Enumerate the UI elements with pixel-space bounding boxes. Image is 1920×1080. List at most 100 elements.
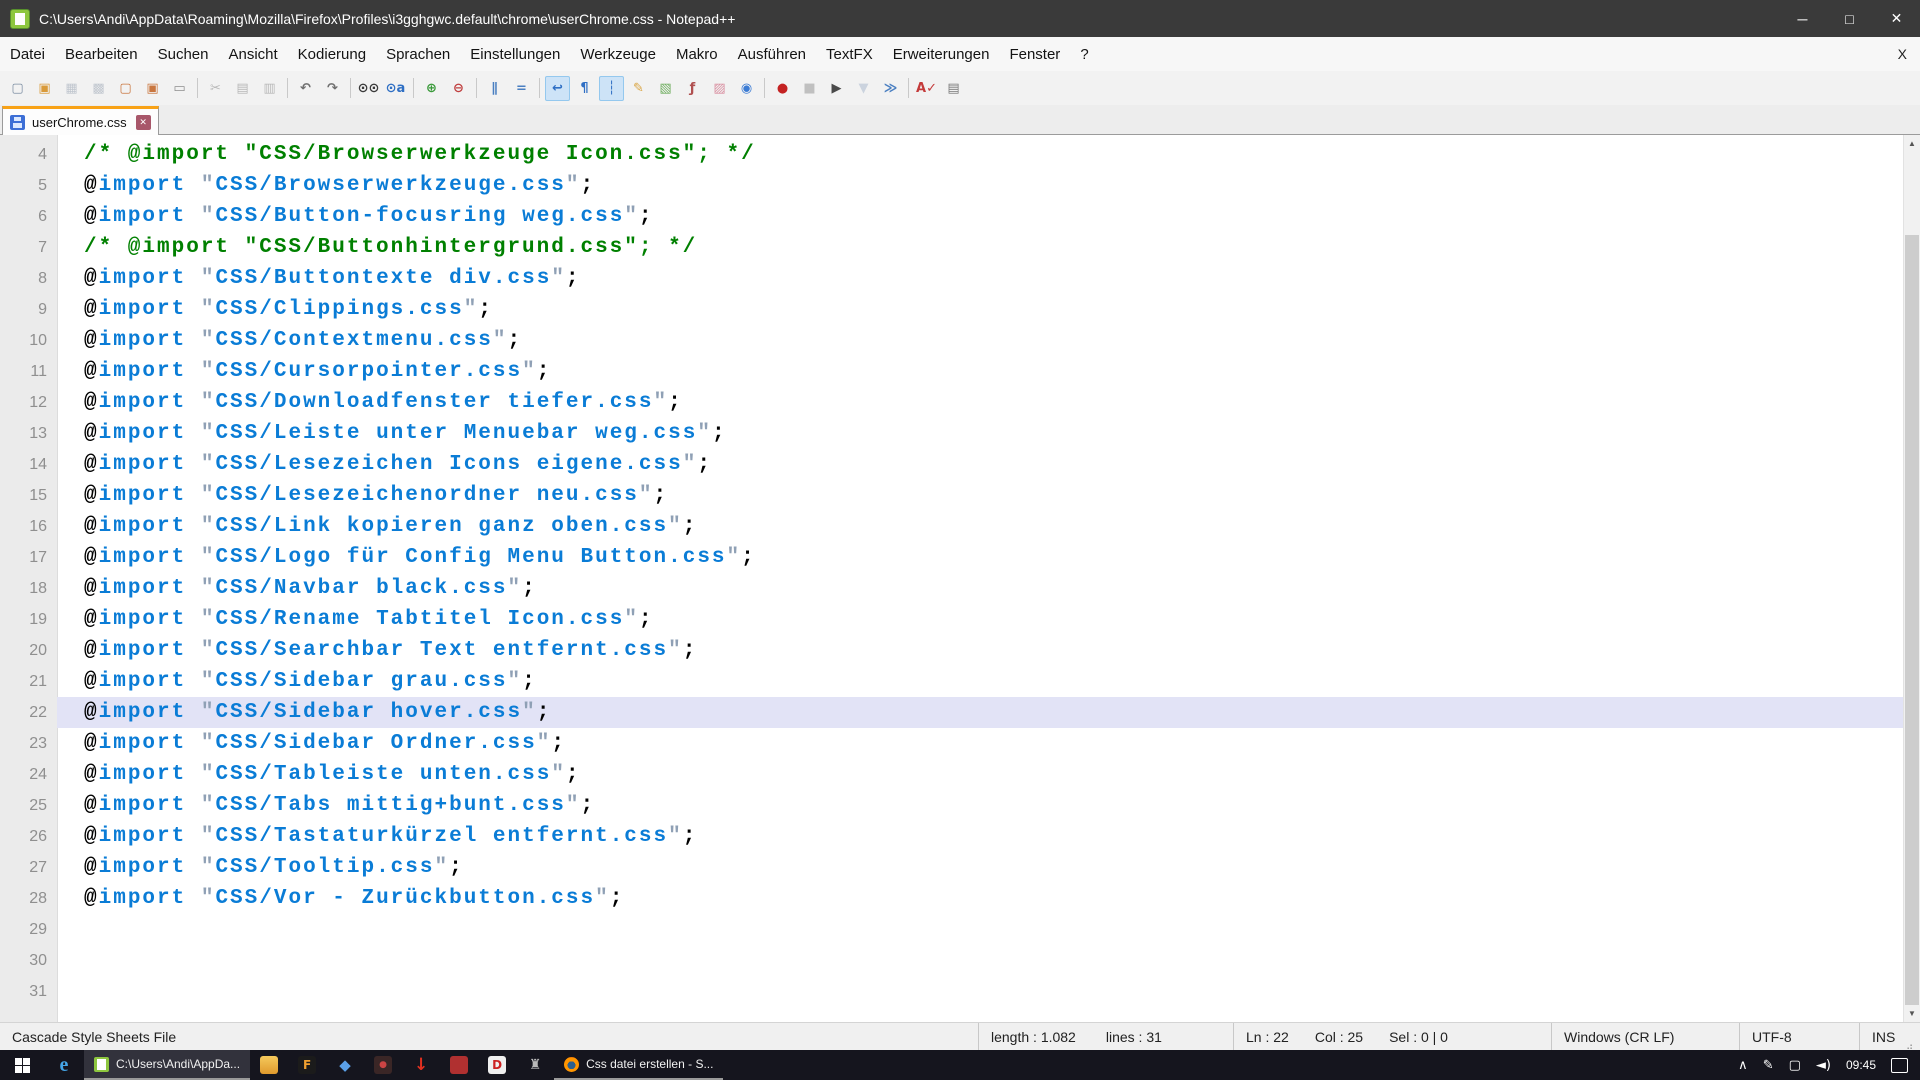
scroll-down-icon[interactable]: ▼ [1904,1005,1920,1022]
code-line[interactable]: 30 [0,945,1903,976]
maximize-button[interactable]: □ [1826,0,1873,37]
spell-check-icon[interactable]: A✓ [914,76,939,101]
line-number[interactable]: 19 [0,604,57,635]
sync-vertical-icon[interactable]: ∥ [482,76,507,101]
zoom-in-icon[interactable]: ⊕ [419,76,444,101]
blue-app-icon[interactable]: ◆ [326,1050,364,1080]
volume-icon[interactable]: ◄) [1816,1058,1831,1073]
editor[interactable]: 4/* @import "CSS/Browserwerkzeuge Icon.c… [0,135,1920,1022]
line-number[interactable]: 9 [0,294,57,325]
clock[interactable]: 09:45 [1846,1058,1876,1072]
code-line[interactable]: 21@import "CSS/Sidebar grau.css"; [0,666,1903,697]
code-line[interactable]: 22@import "CSS/Sidebar hover.css"; [0,697,1903,728]
code-line[interactable]: 11@import "CSS/Cursorpointer.css"; [0,356,1903,387]
code-line[interactable]: 8@import "CSS/Buttontexte div.css"; [0,263,1903,294]
f-app-icon[interactable]: F [288,1050,326,1080]
menu-item-kodierung[interactable]: Kodierung [288,37,376,71]
menu-item-einstellungen[interactable]: Einstellungen [460,37,570,71]
red-app-icon[interactable]: ▮ [440,1050,478,1080]
scrollbar-thumb[interactable] [1905,235,1919,1005]
code-line[interactable]: 7/* @import "CSS/Buttonhintergrund.css";… [0,232,1903,263]
line-number[interactable]: 11 [0,356,57,387]
line-number[interactable]: 10 [0,325,57,356]
line-number[interactable]: 18 [0,573,57,604]
code-line[interactable]: 20@import "CSS/Searchbar Text entfernt.c… [0,635,1903,666]
line-number[interactable]: 27 [0,852,57,883]
line-number[interactable]: 30 [0,945,57,976]
code-line[interactable]: 27@import "CSS/Tooltip.css"; [0,852,1903,883]
playback-macro-icon[interactable]: ▶ [824,76,849,101]
code-line[interactable]: 13@import "CSS/Leiste unter Menuebar weg… [0,418,1903,449]
menu-item-bearbeiten[interactable]: Bearbeiten [55,37,148,71]
run-macro-multiple-icon[interactable]: ≫ [878,76,903,101]
eol-format-status[interactable]: Windows (CR LF) [1552,1023,1740,1050]
replace-icon[interactable]: ⊙a [383,76,408,101]
show-all-characters-icon[interactable]: ¶ [572,76,597,101]
line-number[interactable]: 17 [0,542,57,573]
menu-item-sprachen[interactable]: Sprachen [376,37,460,71]
code-line[interactable]: 19@import "CSS/Rename Tabtitel Icon.css"… [0,604,1903,635]
line-number[interactable]: 7 [0,232,57,263]
insert-mode-status[interactable]: INS [1860,1023,1906,1050]
minimize-button[interactable]: ─ [1779,0,1826,37]
code-line[interactable]: 4/* @import "CSS/Browserwerkzeuge Icon.c… [0,139,1903,170]
find-icon[interactable]: ⊙⊙ [356,76,381,101]
tray-expand-icon[interactable]: ∧ [1738,1058,1748,1073]
menu-item-ausfhren[interactable]: Ausführen [728,37,816,71]
line-number[interactable]: 16 [0,511,57,542]
line-number[interactable]: 5 [0,170,57,201]
menu-item-datei[interactable]: Datei [0,37,55,71]
vertical-scrollbar[interactable]: ▲ ▼ [1903,135,1920,1022]
print-icon[interactable]: ▭ [167,76,192,101]
line-number[interactable]: 15 [0,480,57,511]
line-number[interactable]: 8 [0,263,57,294]
start-button[interactable] [0,1050,44,1080]
menu-item-makro[interactable]: Makro [666,37,728,71]
doc-switcher-icon[interactable]: ▤ [941,76,966,101]
code-line[interactable]: 16@import "CSS/Link kopieren ganz oben.c… [0,511,1903,542]
code-line[interactable]: 15@import "CSS/Lesezeichenordner neu.css… [0,480,1903,511]
d-app-icon[interactable]: D [478,1050,516,1080]
line-number[interactable]: 13 [0,418,57,449]
code-line[interactable]: 24@import "CSS/Tableiste unten.css"; [0,759,1903,790]
menubar-close-icon[interactable]: X [1885,46,1920,62]
menu-item-ansicht[interactable]: Ansicht [218,37,287,71]
menu-item-?[interactable]: ? [1070,37,1098,71]
line-number[interactable]: 4 [0,139,57,170]
menu-item-fenster[interactable]: Fenster [999,37,1070,71]
code-line[interactable]: 31 [0,976,1903,1007]
code-line[interactable]: 29 [0,914,1903,945]
folder-as-workspace-icon[interactable]: ▨ [707,76,732,101]
code-line[interactable]: 17@import "CSS/Logo für Config Menu Butt… [0,542,1903,573]
edge-icon[interactable]: e [44,1050,84,1080]
encoding-status[interactable]: UTF-8 [1740,1023,1860,1050]
tab-close-icon[interactable]: ✕ [136,115,151,130]
network-icon[interactable]: ▢ [1789,1058,1801,1073]
code-line[interactable]: 14@import "CSS/Lesezeichen Icons eigene.… [0,449,1903,480]
line-number[interactable]: 26 [0,821,57,852]
record-macro-icon[interactable]: ● [770,76,795,101]
code-line[interactable]: 23@import "CSS/Sidebar Ordner.css"; [0,728,1903,759]
line-number[interactable]: 6 [0,201,57,232]
code-line[interactable]: 6@import "CSS/Button-focusring weg.css"; [0,201,1903,232]
line-number[interactable]: 21 [0,666,57,697]
zoom-out-icon[interactable]: ⊖ [446,76,471,101]
dark-app-icon[interactable]: ♜ [516,1050,554,1080]
line-number[interactable]: 22 [0,697,57,728]
document-map-icon[interactable]: ▧ [653,76,678,101]
open-folder-icon[interactable]: ▣ [32,76,57,101]
show-indent-guide-icon[interactable]: ┆ [599,76,624,101]
resize-grip[interactable]: ⣠ [1906,1039,1920,1050]
code-line[interactable]: 25@import "CSS/Tabs mittig+bunt.css"; [0,790,1903,821]
sync-horizontal-icon[interactable]: = [509,76,534,101]
line-number[interactable]: 12 [0,387,57,418]
explorer-icon[interactable]: ▨ [250,1050,288,1080]
download-app-icon[interactable]: ↓ [402,1050,440,1080]
new-file-icon[interactable]: ▢ [5,76,30,101]
line-number[interactable]: 28 [0,883,57,914]
word-wrap-icon[interactable]: ↩ [545,76,570,101]
line-number[interactable]: 29 [0,914,57,945]
code-line[interactable]: 5@import "CSS/Browserwerkzeuge.css"; [0,170,1903,201]
undo-icon[interactable]: ↶ [293,76,318,101]
pen-input-icon[interactable]: ✎ [1763,1058,1774,1073]
